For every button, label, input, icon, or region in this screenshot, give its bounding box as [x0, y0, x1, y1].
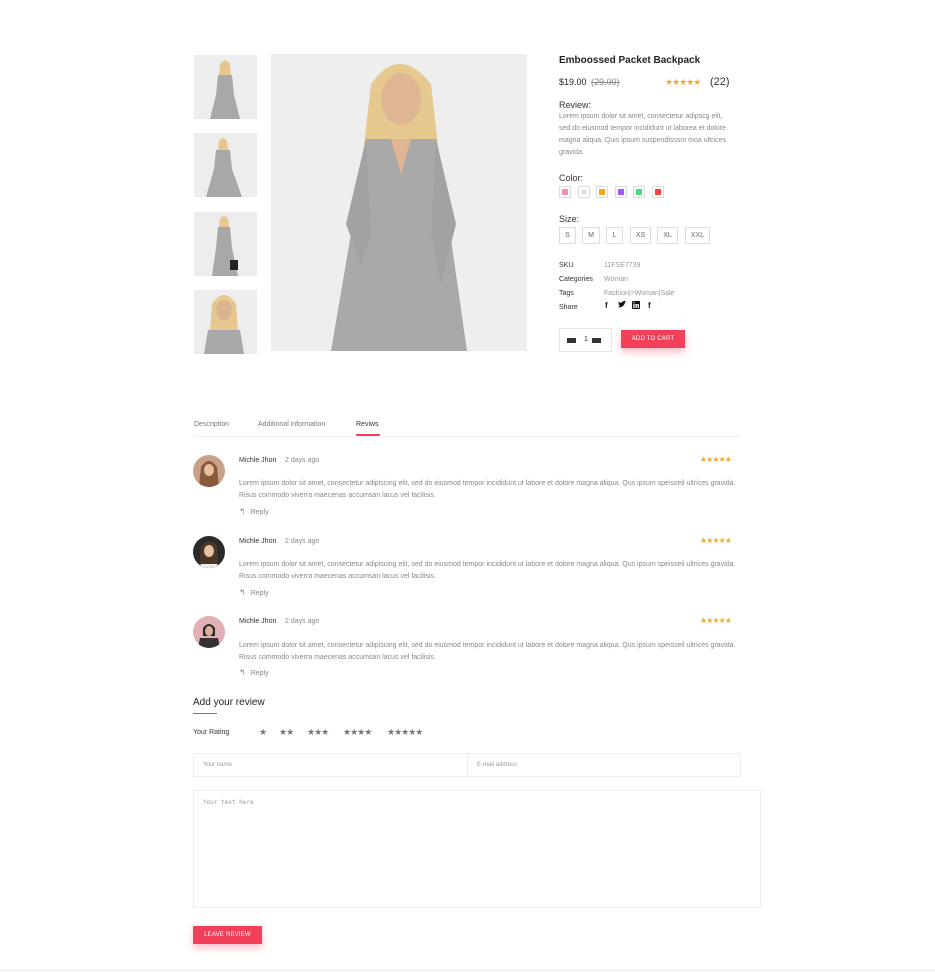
sku-value: 11FSE7739 — [604, 262, 641, 269]
rating-option-3[interactable]: ★★★ — [307, 727, 329, 738]
size-option-l[interactable]: L — [606, 227, 623, 244]
linkedin-icon[interactable] — [632, 301, 640, 311]
facebook-icon[interactable]: f — [605, 301, 608, 310]
product-thumbnail-2[interactable] — [194, 133, 257, 197]
size-option-xs[interactable]: XS — [630, 227, 651, 244]
reply-button[interactable]: ↰ Reply — [239, 507, 269, 516]
reply-label: Reply — [250, 670, 269, 677]
size-option-m[interactable]: M — [582, 227, 600, 244]
active-tab-indicator — [356, 434, 380, 436]
product-title: Emboossed Packet Backpack — [559, 55, 701, 66]
rating-option-4[interactable]: ★★★★ — [343, 727, 372, 738]
reply-icon: ↰ — [239, 507, 246, 516]
color-swatch[interactable] — [633, 186, 646, 198]
leave-review-button[interactable]: LEAVE REVIEW — [193, 926, 262, 944]
color-label: Color: — [559, 173, 584, 183]
review-stars: ★★★★★ — [700, 616, 732, 625]
quantity-value[interactable]: 1 — [584, 336, 588, 343]
product-main-image — [271, 54, 527, 351]
color-swatch-fill — [636, 189, 643, 195]
review-body: Lorem ipsum dolor sit amet, consectetur … — [239, 480, 736, 499]
categories-label: Categories — [559, 276, 593, 283]
tabs-divider — [194, 436, 741, 437]
reviewer-name: Michle Jhon — [239, 538, 277, 545]
quantity-stepper[interactable]: 1 — [559, 328, 612, 352]
tags-value[interactable]: Fashion|>Woman|Sale — [604, 290, 675, 297]
avatar — [193, 616, 225, 648]
review-date: 2 days ago — [285, 618, 320, 625]
your-rating-label: Your Rating — [193, 729, 230, 736]
rating-option-1[interactable]: ★ — [259, 727, 267, 738]
color-swatch[interactable] — [596, 186, 609, 198]
review-stars: ★★★★★ — [700, 536, 732, 545]
rating-option-5[interactable]: ★★★★★ — [387, 727, 423, 738]
increment-button[interactable] — [592, 338, 601, 343]
categories-value[interactable]: Woman — [604, 276, 628, 283]
product-thumbnail-4[interactable] — [194, 290, 257, 354]
product-rating-stars: ★★★★★ — [665, 77, 701, 87]
size-option-s[interactable]: S — [559, 227, 576, 244]
name-field[interactable]: Your name — [193, 753, 468, 777]
color-swatch[interactable] — [652, 186, 664, 198]
woman-dress-photo — [194, 133, 257, 197]
tab-additional-information[interactable]: Additional information — [258, 421, 325, 428]
review-body: Lorem ipsum dolor sit amet, consectetur … — [239, 561, 736, 580]
review-body: Lorem ipsum dolor sit amet, consectetur … — [239, 642, 736, 661]
color-swatch[interactable] — [614, 186, 627, 198]
tab-reviews[interactable]: Reviws — [356, 421, 379, 428]
avatar — [193, 455, 225, 487]
footer-divider — [0, 970, 935, 971]
size-option-xxl[interactable]: XXL — [685, 227, 710, 244]
product-price: $19.00 — [559, 77, 587, 87]
product-thumbnail-3[interactable] — [194, 212, 257, 276]
color-swatch-fill — [599, 189, 606, 195]
size-label: Size: — [559, 214, 580, 224]
reviewer-name: Michle Jhon — [239, 618, 277, 625]
reply-icon: ↰ — [239, 588, 246, 597]
title-underline — [193, 713, 217, 714]
review-date: 2 days ago — [285, 457, 320, 464]
sku-label: SKU — [559, 262, 574, 269]
reviewer-name: Michle Jhon — [239, 457, 277, 464]
product-thumbnail-1[interactable] — [194, 55, 257, 119]
tags-label: Tags — [559, 290, 574, 297]
reply-label: Reply — [250, 590, 269, 597]
review-label: Review: — [559, 100, 592, 110]
decrement-button[interactable] — [567, 338, 576, 343]
email-field[interactable]: E-mail address — [467, 753, 741, 777]
woman-dress-photo — [194, 55, 257, 119]
twitter-icon[interactable] — [618, 300, 626, 311]
reply-icon: ↰ — [239, 668, 246, 677]
add-review-title: Add your review — [193, 697, 265, 708]
color-swatch-fill — [617, 189, 624, 195]
review-textarea[interactable]: Your text here — [193, 790, 761, 908]
color-swatch-fill — [562, 189, 568, 195]
color-swatch[interactable] — [577, 186, 590, 198]
woman-dress-photo — [194, 290, 257, 354]
reply-button[interactable]: ↰ Reply — [239, 588, 269, 597]
review-text: Lorem ipsum dolor sit amet, consectetur … — [559, 113, 726, 156]
facebook-icon[interactable]: f — [648, 301, 651, 310]
color-swatch[interactable] — [559, 186, 571, 198]
product-old-price: (29.00) — [591, 77, 620, 87]
reply-button[interactable]: ↰ Reply — [239, 668, 269, 677]
tab-description[interactable]: Description — [194, 421, 229, 428]
color-swatch-fill — [580, 189, 587, 195]
size-option-xl[interactable]: XL — [657, 227, 678, 244]
product-rating-count[interactable]: (22) — [710, 76, 730, 88]
review-date: 2 days ago — [285, 538, 320, 545]
add-to-cart-button[interactable]: ADD TO CART — [621, 330, 685, 348]
rating-option-2[interactable]: ★★ — [279, 727, 294, 738]
reply-label: Reply — [250, 509, 269, 516]
review-stars: ★★★★★ — [700, 455, 732, 464]
color-swatch-fill — [655, 189, 661, 195]
woman-dress-photo — [194, 212, 257, 276]
avatar — [193, 536, 225, 568]
share-label: Share — [559, 304, 578, 311]
woman-dress-photo — [271, 54, 527, 351]
